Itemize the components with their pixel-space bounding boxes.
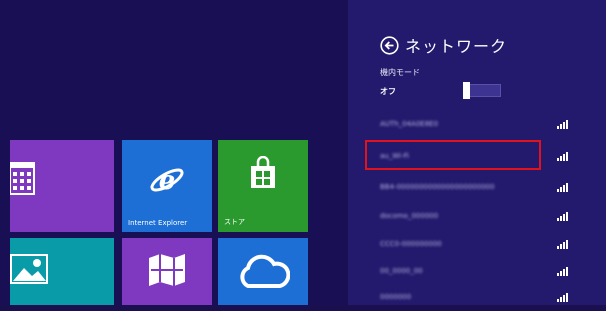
signal-strength-icon xyxy=(557,240,568,249)
network-name: CCC0-000000000 xyxy=(380,240,442,248)
maps-icon xyxy=(149,254,185,286)
signal-strength-icon xyxy=(557,120,568,129)
store-bag-icon xyxy=(251,156,275,188)
internet-explorer-tile[interactable]: e Internet Explorer xyxy=(122,140,212,232)
network-name: docomo_000000 xyxy=(380,212,439,220)
calendar-tile[interactable] xyxy=(10,140,114,232)
maps-tile[interactable] xyxy=(122,238,212,305)
network-name: 00_0000_00 xyxy=(380,267,423,275)
calendar-icon xyxy=(10,162,35,195)
network-panel-title: ネットワーク xyxy=(405,37,508,56)
store-label: ストア xyxy=(224,218,245,226)
signal-strength-icon xyxy=(557,293,568,302)
back-arrow-icon[interactable] xyxy=(380,35,399,55)
signal-strength-icon xyxy=(557,267,568,276)
network-item[interactable]: docomo_000000 xyxy=(380,208,580,230)
internet-explorer-icon: e xyxy=(150,166,184,196)
airplane-mode-value: オフ xyxy=(380,87,396,96)
network-name: AUTh_04A0E8E0 xyxy=(380,120,439,128)
network-name: BB4-0000000000000000000000 xyxy=(380,183,495,191)
network-item[interactable]: 0000000 xyxy=(380,289,580,311)
network-item[interactable]: BB4-0000000000000000000000 xyxy=(380,179,580,201)
start-screen: e Internet Explorer ストア xyxy=(0,0,348,305)
photos-icon xyxy=(10,254,48,284)
network-name: 0000000 xyxy=(380,293,412,301)
skydrive-tile[interactable] xyxy=(218,238,308,305)
cloud-icon xyxy=(240,254,290,288)
photos-tile[interactable] xyxy=(10,238,114,305)
network-panel-header: ネットワーク xyxy=(380,33,507,57)
signal-strength-icon xyxy=(557,183,568,192)
airplane-mode-toggle[interactable] xyxy=(463,82,501,99)
toggle-thumb xyxy=(463,82,470,99)
network-item[interactable]: 00_0000_00 xyxy=(380,263,580,285)
store-tile[interactable]: ストア xyxy=(218,140,308,232)
network-item[interactable]: CCC0-000000000 xyxy=(380,236,580,258)
signal-strength-icon xyxy=(557,212,568,221)
airplane-mode-label: 機内モード xyxy=(380,68,420,77)
svg-text:e: e xyxy=(159,166,176,196)
network-item[interactable]: AUTh_04A0E8E0 xyxy=(380,116,580,138)
internet-explorer-label: Internet Explorer xyxy=(128,219,188,227)
selected-network-highlight xyxy=(365,140,541,170)
signal-strength-icon xyxy=(557,152,568,161)
